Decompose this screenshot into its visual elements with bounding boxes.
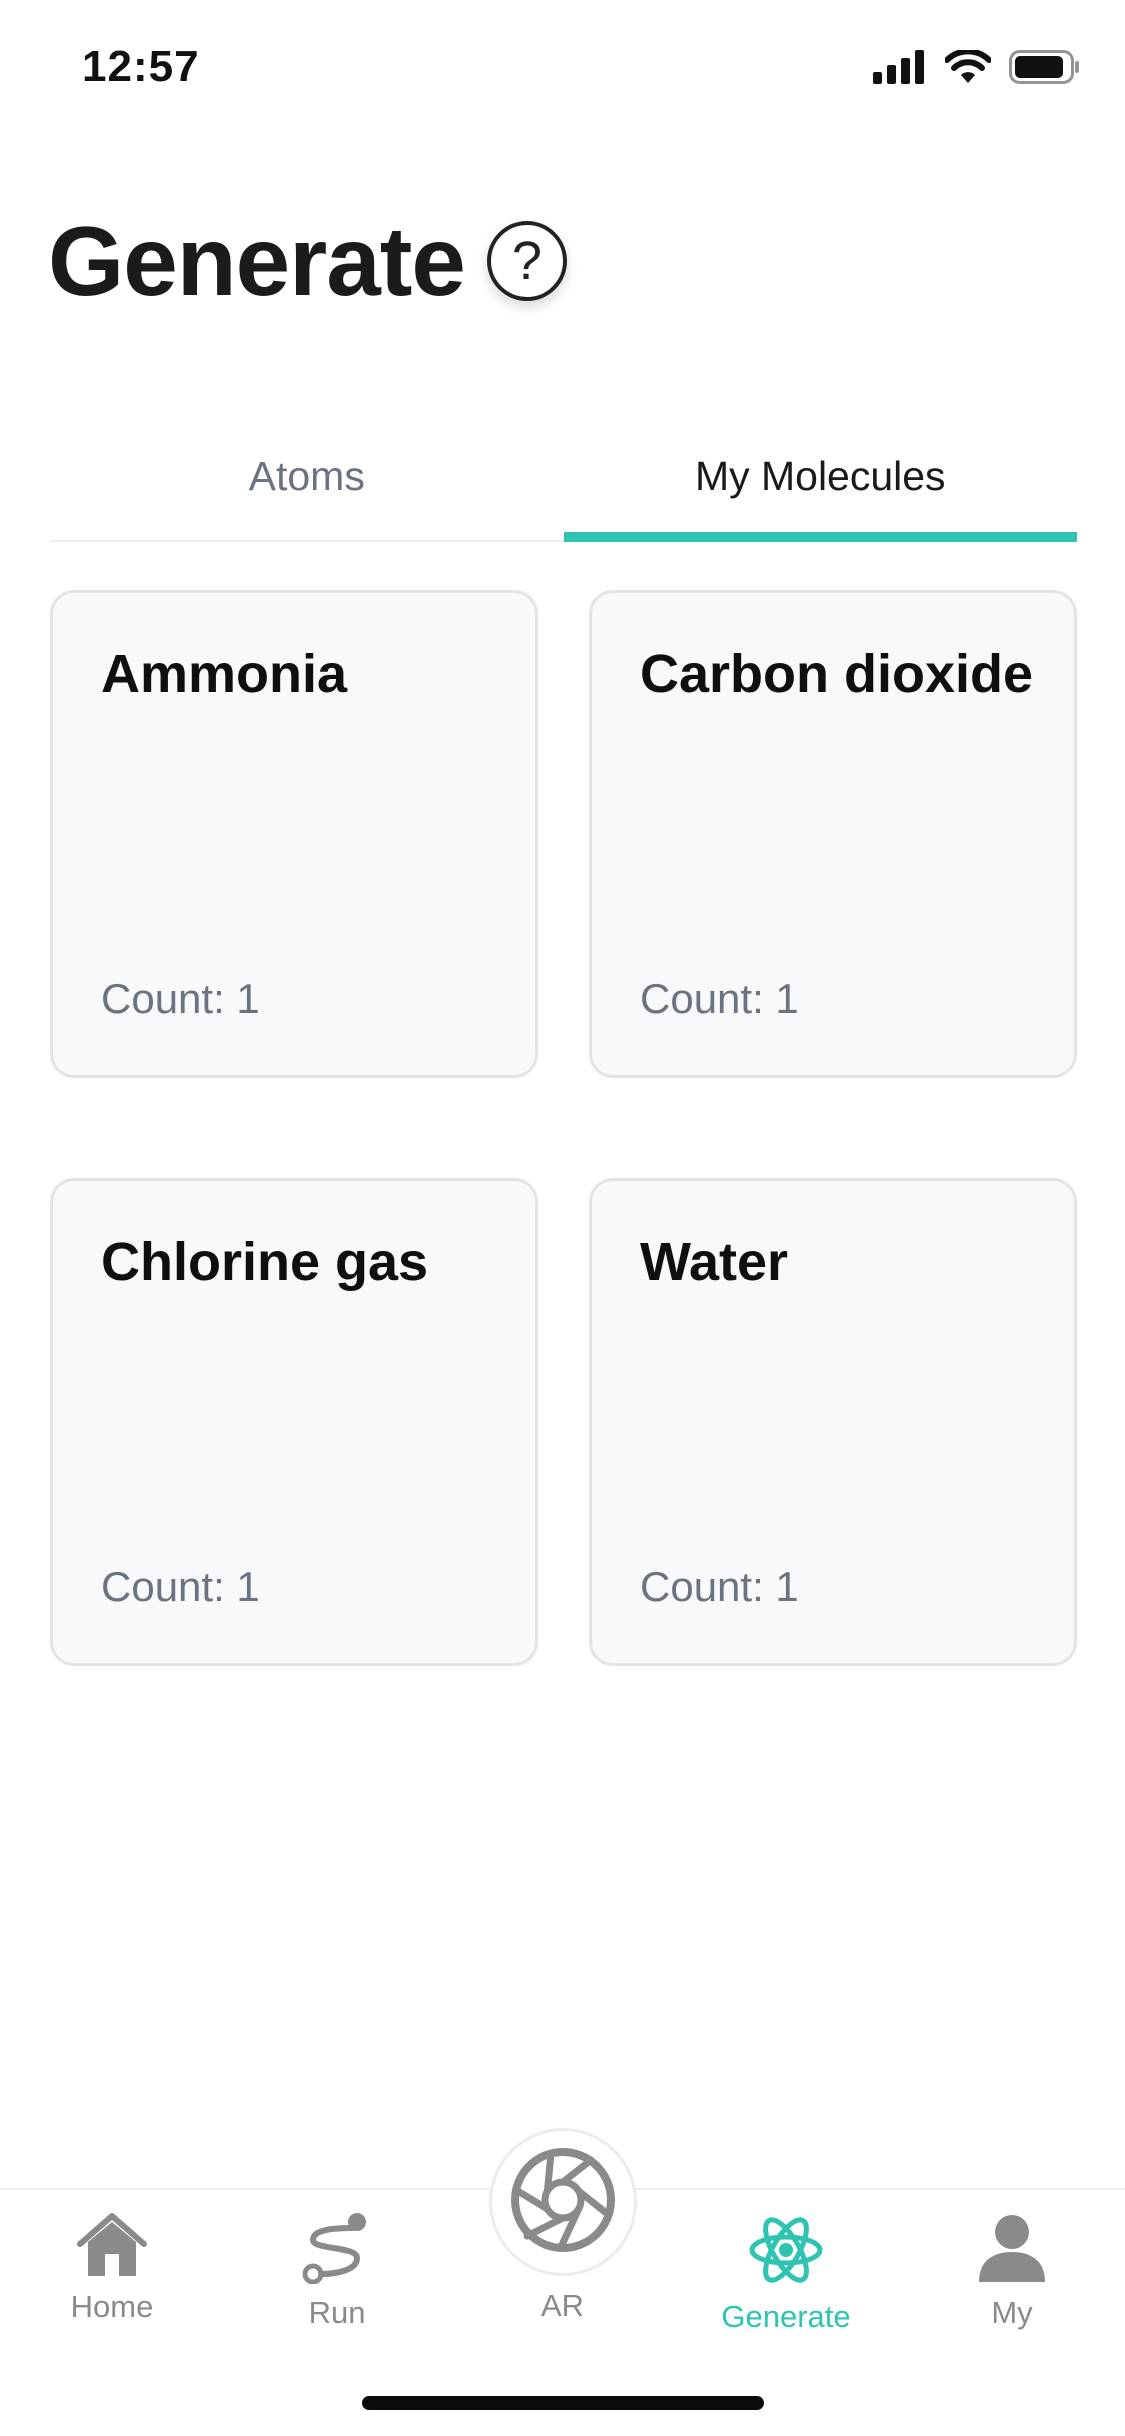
molecule-count: Count: 1: [101, 1563, 260, 1610]
molecule-name: Ammonia: [101, 644, 348, 704]
molecule-count: Count: 1: [640, 975, 799, 1022]
status-time: 12:57: [82, 42, 200, 91]
page-header: Generate ?: [48, 212, 567, 310]
molecule-count: Count: 1: [101, 975, 260, 1022]
help-icon[interactable]: ?: [486, 221, 567, 301]
molecule-card-water[interactable]: Water Count: 1: [589, 1178, 1077, 1666]
tab-bar: Atoms My Molecules: [50, 430, 1077, 542]
atom-icon: [748, 2212, 824, 2293]
status-icons: [873, 48, 1081, 89]
nav-ar-label: AR: [540, 2288, 585, 2323]
person-icon: [976, 2212, 1048, 2289]
nav-ar-button[interactable]: [489, 2128, 637, 2276]
molecule-card-ammonia[interactable]: Ammonia Count: 1: [50, 590, 538, 1078]
page-title: Generate: [48, 206, 466, 316]
cellular-signal-icon: [873, 50, 927, 89]
molecule-name: Chlorine gas: [101, 1232, 429, 1292]
molecule-name: Carbon dioxide: [640, 644, 1034, 704]
tab-atoms[interactable]: Atoms: [50, 430, 564, 540]
home-icon: [76, 2212, 148, 2283]
wifi-icon: [944, 48, 992, 89]
status-bar: 12:57: [0, 0, 1125, 132]
tab-my-molecules[interactable]: My Molecules: [563, 430, 1078, 542]
route-icon: [301, 2212, 373, 2289]
home-indicator[interactable]: [362, 2396, 764, 2410]
molecule-card-carbon-dioxide[interactable]: Carbon dioxide Count: 1: [589, 590, 1077, 1078]
molecule-count: Count: 1: [640, 1563, 799, 1610]
molecule-card-chlorine-gas[interactable]: Chlorine gas Count: 1: [50, 1178, 538, 1666]
molecule-name: Water: [640, 1232, 789, 1292]
camera-aperture-icon: [509, 2146, 617, 2259]
molecule-grid: Ammonia Count: 1 Carbon dioxide Count: 1…: [50, 590, 1077, 1666]
battery-icon: [1009, 50, 1081, 89]
